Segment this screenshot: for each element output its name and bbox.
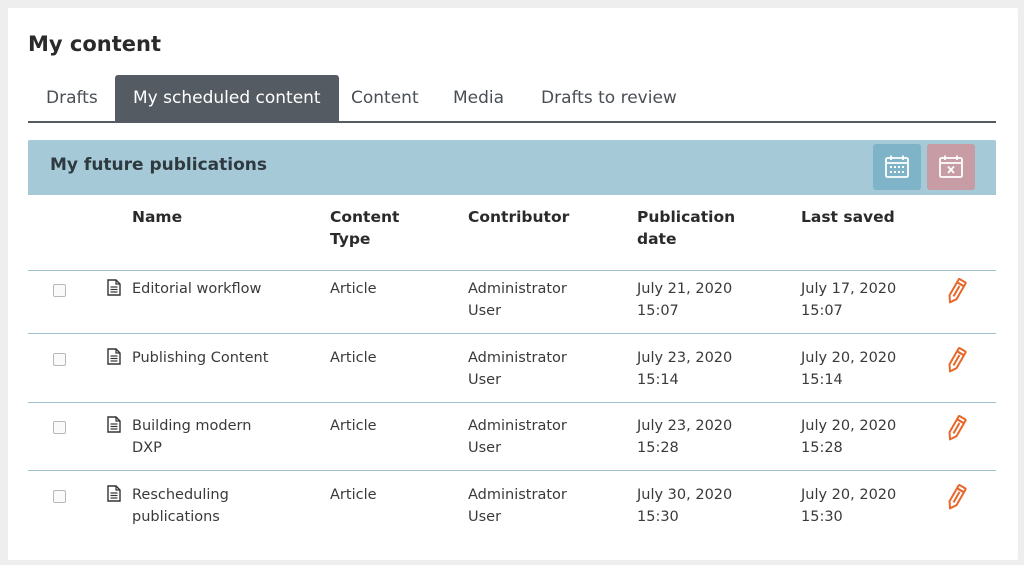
row-content-type: Article <box>330 350 377 366</box>
edit-pencil-icon[interactable] <box>945 484 967 512</box>
row-name-link[interactable]: Building modern DXP <box>132 415 272 459</box>
row-contributor: Administrator User <box>468 350 567 388</box>
table-row: Editorial workflow Article Administrator… <box>28 265 996 334</box>
column-header-publication-date[interactable]: Publication date <box>637 206 747 250</box>
calendar-icon <box>885 155 909 178</box>
content-card: My content Drafts My scheduled content C… <box>8 8 1018 560</box>
row-contributor: Administrator User <box>468 418 567 456</box>
column-header-content-type[interactable]: Content Type <box>330 206 420 250</box>
row-name-link[interactable]: Editorial workflow <box>132 278 282 300</box>
row-content-type: Article <box>330 418 377 434</box>
row-checkbox[interactable] <box>53 421 66 434</box>
column-header-name[interactable]: Name <box>132 206 182 228</box>
tab-media[interactable]: Media <box>453 75 504 121</box>
tab-content[interactable]: Content <box>351 75 419 121</box>
row-publication-date: July 30, 2020 15:30 <box>637 487 733 525</box>
edit-pencil-icon[interactable] <box>945 278 967 306</box>
row-content-type: Article <box>330 281 377 297</box>
edit-pencil-icon[interactable] <box>945 347 967 375</box>
document-icon <box>107 279 121 296</box>
tab-my-scheduled-content[interactable]: My scheduled content <box>115 75 339 121</box>
row-last-saved: July 20, 2020 15:28 <box>801 418 897 456</box>
tab-drafts-to-review[interactable]: Drafts to review <box>541 75 677 121</box>
row-last-saved: July 20, 2020 15:30 <box>801 487 897 525</box>
table-row: Rescheduling publications Article Admini… <box>28 471 996 539</box>
row-contributor: Administrator User <box>468 487 567 525</box>
tab-drafts[interactable]: Drafts <box>46 75 98 121</box>
row-content-type: Article <box>330 487 377 503</box>
row-last-saved: July 17, 2020 15:07 <box>801 281 897 319</box>
row-name-link[interactable]: Rescheduling publications <box>132 484 252 528</box>
row-contributor: Administrator User <box>468 281 567 319</box>
document-icon <box>107 416 121 433</box>
table-row: Building modern DXP Article Administrato… <box>28 402 996 471</box>
row-checkbox[interactable] <box>53 284 66 297</box>
panel-header: My future publications <box>28 140 996 195</box>
page-title: My content <box>28 32 161 56</box>
panel-title: My future publications <box>50 155 267 175</box>
row-publication-date: July 21, 2020 15:07 <box>637 281 733 319</box>
row-checkbox[interactable] <box>53 490 66 503</box>
tab-bar: Drafts My scheduled content Content Medi… <box>28 75 996 123</box>
table-header: Name Content Type Contributor Publicatio… <box>28 203 996 271</box>
row-publication-date: July 23, 2020 15:28 <box>637 418 733 456</box>
row-publication-date: July 23, 2020 15:14 <box>637 350 733 388</box>
edit-pencil-icon[interactable] <box>945 415 967 443</box>
row-checkbox[interactable] <box>53 353 66 366</box>
document-icon <box>107 348 121 365</box>
calendar-remove-icon <box>939 155 963 178</box>
table-row: Publishing Content Article Administrator… <box>28 334 996 403</box>
schedule-button[interactable] <box>873 144 921 190</box>
row-name-link[interactable]: Publishing Content <box>132 347 282 369</box>
document-icon <box>107 485 121 502</box>
column-header-contributor[interactable]: Contributor <box>468 206 569 228</box>
unschedule-button[interactable] <box>927 144 975 190</box>
row-last-saved: July 20, 2020 15:14 <box>801 350 897 388</box>
column-header-last-saved[interactable]: Last saved <box>801 206 895 228</box>
